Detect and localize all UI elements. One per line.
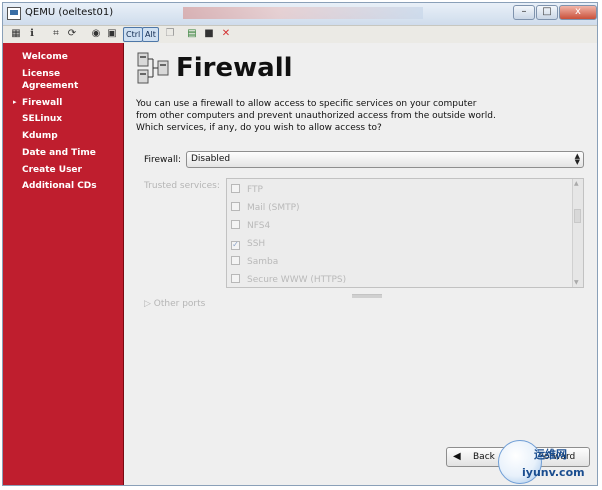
sidebar-item-selinux: SELinux <box>22 114 63 124</box>
fullscreen-icon[interactable]: ▣ <box>105 27 119 41</box>
service-label: SSH <box>247 239 266 249</box>
sidebar-item-license-agreement: License Agreement <box>22 69 79 91</box>
select-arrows-icon: ▲ ▼ <box>574 152 580 166</box>
network-icon[interactable]: ⌗ <box>49 27 63 41</box>
qemu-window: QEMU (oeltest01) – □ x ▦ ℹ ⌗ ⟳ ◉ ▣ Ctrl … <box>2 2 598 486</box>
scroll-down-icon[interactable]: ▼ <box>574 279 579 286</box>
samba-checkbox[interactable] <box>231 256 240 265</box>
firewall-page: Firewall You can use a firewall to allow… <box>124 43 597 485</box>
paste-icon[interactable]: ▤ <box>185 27 199 41</box>
service-ssh[interactable]: ✓ SSH <box>231 238 265 250</box>
close-x-icon[interactable]: ✕ <box>219 27 233 41</box>
service-https[interactable]: Secure WWW (HTTPS) <box>231 274 346 286</box>
sidebar-item-create-user: Create User <box>22 165 82 175</box>
minimize-button[interactable]: – <box>513 5 535 20</box>
trusted-services-list: FTP Mail (SMTP) NFS4 ✓ SSH Samba Secure W… <box>226 178 584 288</box>
service-samba[interactable]: Samba <box>231 256 278 268</box>
back-arrow-icon: ◀ <box>453 451 461 462</box>
save-icon[interactable]: ■ <box>202 27 216 41</box>
page-title: Firewall <box>176 53 293 83</box>
services-scrollbar[interactable]: ▲ ▼ <box>572 179 583 287</box>
other-ports-expander[interactable]: ▷ Other ports <box>144 299 205 309</box>
firewall-select-value: Disabled <box>191 154 231 164</box>
ftp-checkbox[interactable] <box>231 184 240 193</box>
site-watermark: 运维网 iyunv.com <box>488 436 596 486</box>
service-label: Mail (SMTP) <box>247 203 300 213</box>
firewall-network-icon <box>137 52 169 84</box>
nfs4-checkbox[interactable] <box>231 220 240 229</box>
sidebar-item-additional-cds: Additional CDs <box>22 181 97 191</box>
service-label: Secure WWW (HTTPS) <box>247 275 347 285</box>
watermark-line2: iyunv.com <box>522 466 585 479</box>
alt-key-button[interactable]: Alt <box>142 27 159 42</box>
setup-sidebar: Welcome License Agreement ▸ Firewall SEL… <box>3 43 124 485</box>
trusted-services-label: Trusted services: <box>144 181 220 191</box>
firewall-label: Firewall: <box>144 155 181 165</box>
sidebar-item-date-and-time: Date and Time <box>22 148 96 158</box>
qemu-app-icon <box>7 7 21 20</box>
other-ports-label: Other ports <box>153 299 206 309</box>
expander-triangle-icon: ▷ <box>144 299 154 309</box>
service-ftp[interactable]: FTP <box>231 184 263 196</box>
firewall-select[interactable]: Disabled ▲ ▼ <box>186 151 584 168</box>
title-bar[interactable]: QEMU (oeltest01) – □ x <box>3 3 597 25</box>
ssh-checkbox[interactable]: ✓ <box>231 241 240 250</box>
https-checkbox[interactable] <box>231 274 240 283</box>
service-label: NFS4 <box>247 221 271 231</box>
scroll-up-icon[interactable]: ▲ <box>574 180 579 187</box>
sidebar-item-welcome: Welcome <box>22 52 68 62</box>
sidebar-item-kdump: Kdump <box>22 131 58 141</box>
service-nfs4[interactable]: NFS4 <box>231 220 270 232</box>
service-mail-smtp[interactable]: Mail (SMTP) <box>231 202 300 214</box>
properties-icon[interactable]: ▦ <box>9 27 23 41</box>
refresh-icon[interactable]: ⟳ <box>65 27 79 41</box>
intro-text: You can use a firewall to allow access t… <box>136 99 496 133</box>
copy-icon[interactable]: ❐ <box>163 27 177 41</box>
blurred-region <box>183 7 423 19</box>
guest-screen: Welcome License Agreement ▸ Firewall SEL… <box>3 43 597 485</box>
info-icon[interactable]: ℹ <box>25 27 39 41</box>
resize-grip[interactable] <box>352 294 382 298</box>
service-label: FTP <box>247 185 263 195</box>
current-step-marker: ▸ <box>13 98 17 106</box>
watermark-line1: 运维网 <box>534 448 567 461</box>
maximize-button[interactable]: □ <box>536 5 558 20</box>
record-icon[interactable]: ◉ <box>89 27 103 41</box>
mail-smtp-checkbox[interactable] <box>231 202 240 211</box>
scrollbar-thumb[interactable] <box>574 209 581 223</box>
close-button[interactable]: x <box>559 5 597 20</box>
window-title: QEMU (oeltest01) <box>25 7 114 18</box>
sidebar-item-firewall: Firewall <box>22 98 63 108</box>
ctrl-key-button[interactable]: Ctrl <box>123 27 144 42</box>
toolbar: ▦ ℹ ⌗ ⟳ ◉ ▣ Ctrl Alt ❐ ▤ ■ ✕ <box>3 25 597 44</box>
service-label: Samba <box>247 257 279 267</box>
